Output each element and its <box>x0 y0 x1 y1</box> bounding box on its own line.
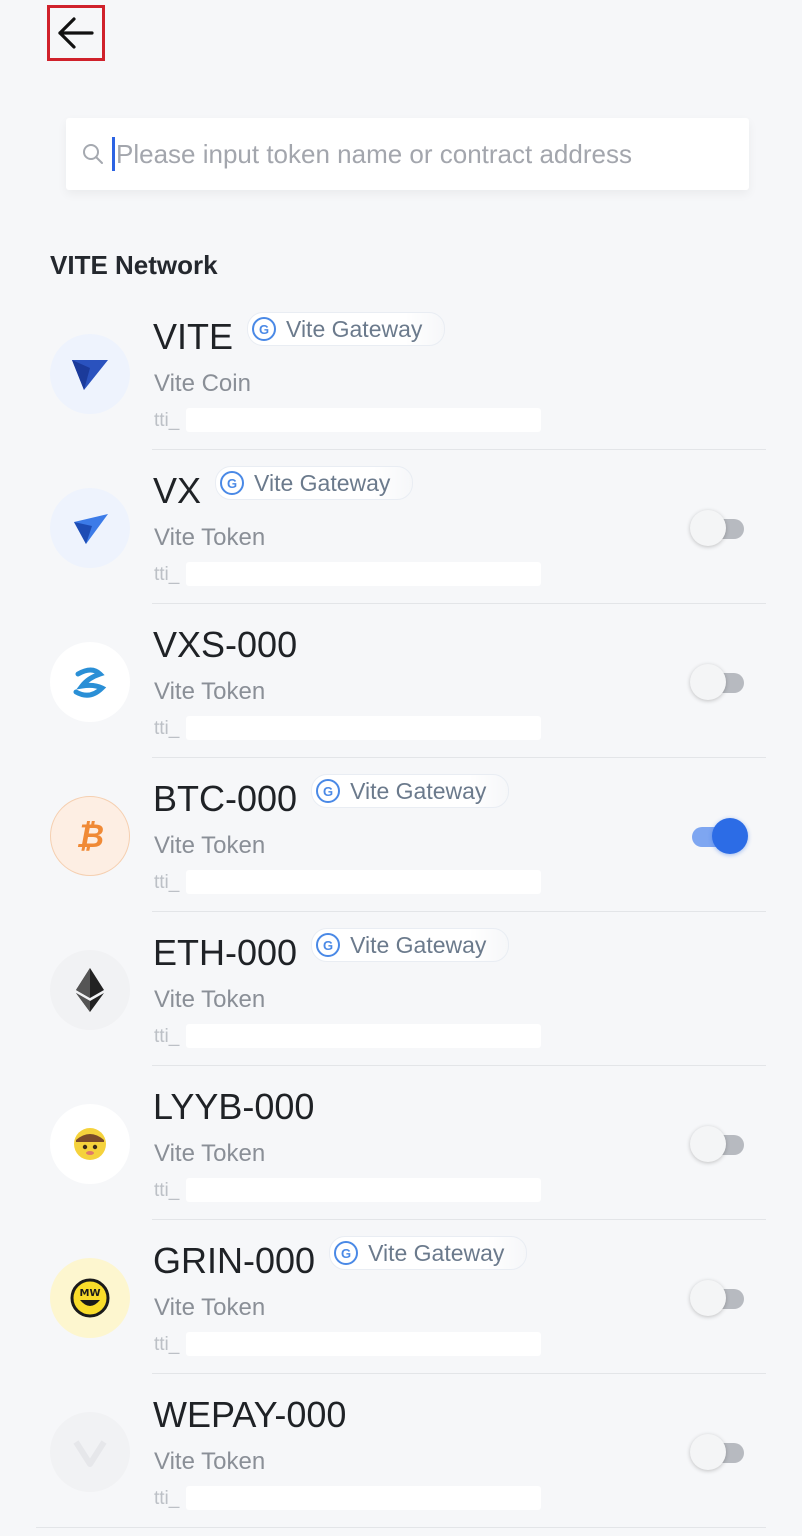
token-symbol: VX <box>153 470 202 511</box>
back-button[interactable] <box>47 5 105 61</box>
token-id: tti_ <box>154 410 180 431</box>
gateway-badge: G Vite Gateway <box>329 1236 528 1270</box>
gateway-badge: G Vite Gateway <box>247 312 446 346</box>
gateway-label: Vite Gateway <box>368 1239 505 1266</box>
token-name: Vite Token <box>154 986 266 1013</box>
toggle-knob <box>690 1434 726 1470</box>
token-id: tti_ <box>154 872 180 893</box>
token-symbol: WEPAY-000 <box>153 1394 347 1435</box>
token-symbol: LYYB-000 <box>153 1086 315 1127</box>
gateway-icon: G <box>334 1241 359 1265</box>
token-toggle[interactable] <box>690 661 746 701</box>
toggle-knob <box>690 664 726 700</box>
svg-text:MW: MW <box>80 1288 101 1299</box>
lyyb-logo-icon <box>50 1104 130 1184</box>
token-row[interactable]: ETH-000 G Vite Gateway Vite Token tti_ <box>0 912 802 1066</box>
token-symbol: GRIN-000 <box>153 1240 316 1281</box>
gateway-icon: G <box>316 933 341 957</box>
token-id-redaction <box>186 1332 541 1356</box>
text-cursor <box>112 137 115 171</box>
token-row[interactable]: WEPAY-000 Vite Token tti_ <box>0 1374 802 1528</box>
gateway-icon: G <box>252 317 277 341</box>
token-toggle[interactable] <box>690 1431 746 1471</box>
grin-logo-icon: MW <box>50 1258 130 1338</box>
toggle-knob <box>690 1280 726 1316</box>
gateway-badge: G Vite Gateway <box>215 466 414 500</box>
token-row[interactable]: ₿ BTC-000 G Vite Gateway Vite Token tti_ <box>0 758 802 912</box>
gateway-label: Vite Gateway <box>286 315 423 342</box>
vxs-logo-icon <box>50 642 130 722</box>
gateway-icon: G <box>316 779 341 803</box>
token-symbol: VITE <box>153 316 234 357</box>
token-id: tti_ <box>154 1334 180 1355</box>
token-name: Vite Token <box>154 678 266 705</box>
token-symbol: VXS-000 <box>153 624 298 665</box>
token-id-redaction <box>186 870 541 894</box>
token-id-redaction <box>186 1024 541 1048</box>
toggle-knob <box>712 818 748 854</box>
svg-text:₿: ₿ <box>76 817 104 855</box>
token-list: VITE G Vite Gateway Vite Coin tti_ VX G … <box>0 296 802 1528</box>
token-name: Vite Token <box>154 1140 266 1167</box>
search-bar[interactable] <box>66 118 749 190</box>
vx-logo-icon <box>50 488 130 568</box>
gateway-label: Vite Gateway <box>350 931 487 958</box>
wepay-logo-icon <box>50 1412 130 1492</box>
search-input[interactable] <box>116 138 696 170</box>
bitcoin-logo-icon: ₿ <box>50 796 130 876</box>
token-id-redaction <box>186 408 541 432</box>
token-name: Vite Token <box>154 1448 266 1475</box>
row-divider <box>36 1527 766 1528</box>
token-name: Vite Token <box>154 832 266 859</box>
token-id-redaction <box>186 716 541 740</box>
arrow-left-icon <box>58 17 94 49</box>
gateway-label: Vite Gateway <box>254 469 391 496</box>
token-name: Vite Token <box>154 524 266 551</box>
token-toggle[interactable] <box>690 1277 746 1317</box>
gateway-label: Vite Gateway <box>350 777 487 804</box>
token-row[interactable]: VXS-000 Vite Token tti_ <box>0 604 802 758</box>
token-name: Vite Token <box>154 1294 266 1321</box>
token-row[interactable]: VITE G Vite Gateway Vite Coin tti_ <box>0 296 802 450</box>
toggle-knob <box>690 1126 726 1162</box>
token-id: tti_ <box>154 1026 180 1047</box>
token-toggle[interactable] <box>690 815 748 855</box>
token-id: tti_ <box>154 718 180 739</box>
token-toggle[interactable] <box>690 1123 746 1163</box>
token-row[interactable]: MW GRIN-000 G Vite Gateway Vite Token tt… <box>0 1220 802 1374</box>
token-symbol: ETH-000 <box>153 932 298 973</box>
search-icon <box>80 141 106 167</box>
gateway-badge: G Vite Gateway <box>311 928 510 962</box>
token-row[interactable]: LYYB-000 Vite Token tti_ <box>0 1066 802 1220</box>
gateway-icon: G <box>220 471 245 495</box>
token-id-redaction <box>186 1486 541 1510</box>
token-toggle[interactable] <box>690 507 746 547</box>
token-row[interactable]: VX G Vite Gateway Vite Token tti_ <box>0 450 802 604</box>
token-id: tti_ <box>154 564 180 585</box>
token-id: tti_ <box>154 1488 180 1509</box>
token-id-redaction <box>186 562 541 586</box>
token-id-redaction <box>186 1178 541 1202</box>
token-id: tti_ <box>154 1180 180 1201</box>
vite-logo-icon <box>50 334 130 414</box>
ethereum-logo-icon <box>50 950 130 1030</box>
toggle-knob <box>690 510 726 546</box>
section-title: VITE Network <box>50 250 218 280</box>
token-name: Vite Coin <box>154 370 251 397</box>
token-symbol: BTC-000 <box>153 778 298 819</box>
gateway-badge: G Vite Gateway <box>311 774 510 808</box>
